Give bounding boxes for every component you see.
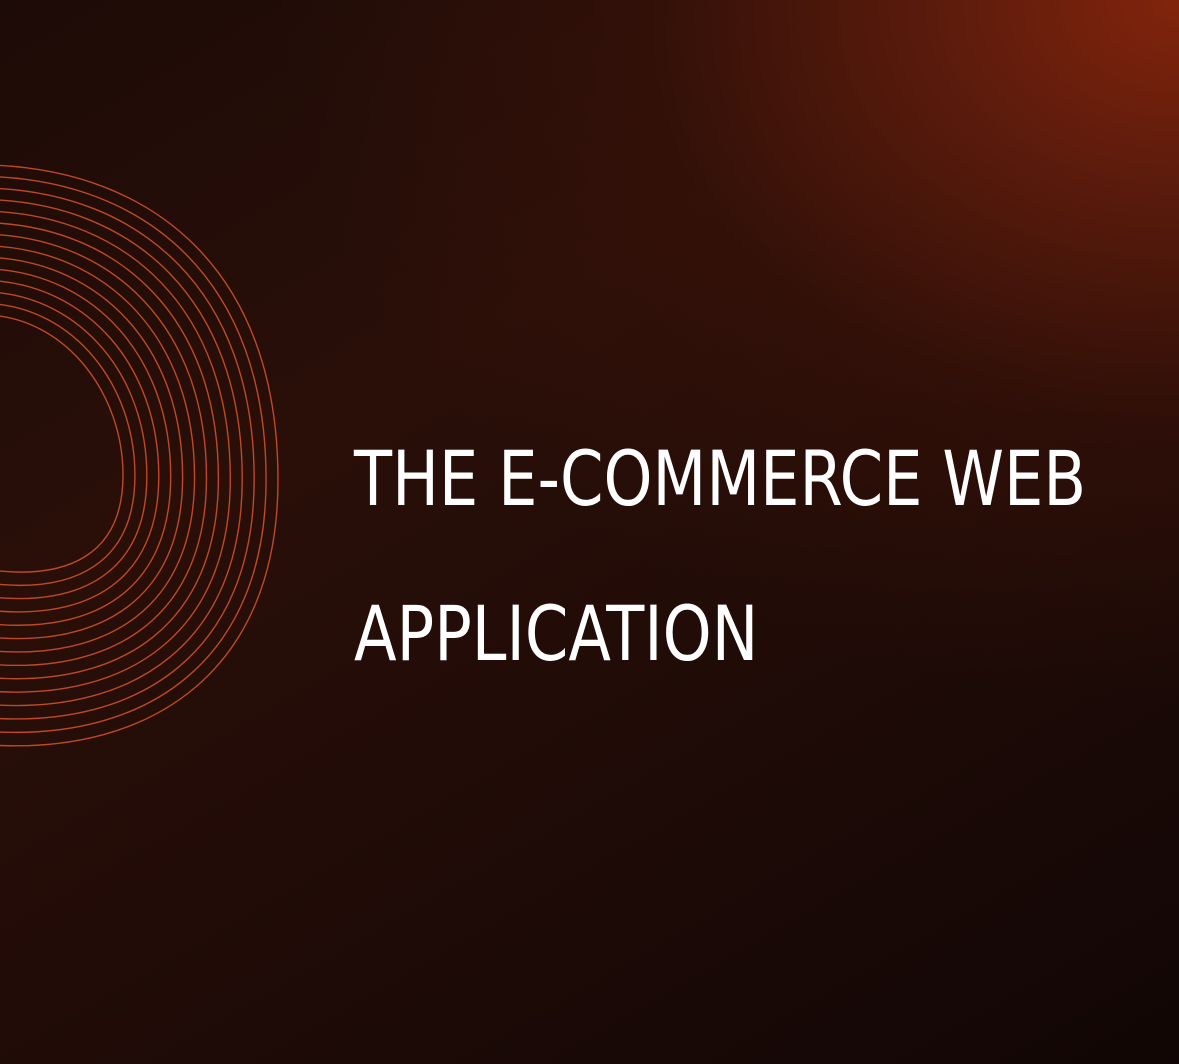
wave-line <box>0 176 267 734</box>
wave-line <box>0 164 279 747</box>
slide-title-line-1: THE E-COMMERCE WEB <box>354 434 1087 523</box>
slide-title: THE E-COMMERCE WEB APPLICATION <box>354 425 1087 735</box>
wave-line <box>0 303 136 587</box>
wave-line <box>0 315 124 573</box>
title-slide: THE E-COMMERCE WEB APPLICATION <box>0 0 1179 1064</box>
wave-line <box>0 280 160 613</box>
slide-title-line-2: APPLICATION <box>354 589 759 678</box>
wave-line <box>0 292 148 600</box>
